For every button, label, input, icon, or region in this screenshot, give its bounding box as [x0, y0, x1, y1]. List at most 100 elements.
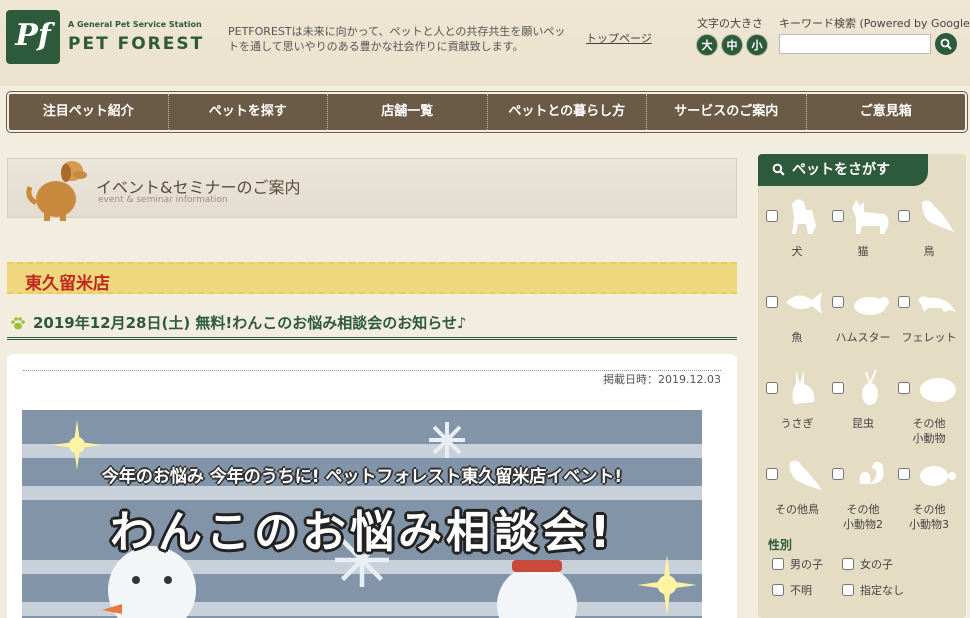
banner-title: わんこのお悩み相談会!: [109, 507, 615, 558]
fish-icon: [786, 292, 822, 314]
gender-option-male[interactable]: 男の子: [772, 556, 842, 572]
gender-label: 指定なし: [860, 584, 904, 597]
nav-item-featured-pets[interactable]: 注目ペット紹介: [9, 94, 169, 130]
search-icon: [940, 38, 952, 50]
pet-checkbox[interactable]: [832, 382, 844, 394]
cat-icon: [852, 200, 889, 234]
gender-options: 男の子 女の子 不明 指定なし: [772, 556, 962, 598]
pet-label: 犬: [791, 245, 803, 258]
global-nav: 注目ペット紹介 ペットを探す 店舗一覧 ペットとの暮らし方 サービスのご案内 ご…: [7, 92, 967, 132]
banner-subtitle: 今年のお悩み 今年のうちに! ペットフォレスト東久留米店イベント!: [101, 467, 623, 487]
gender-label: 男の子: [790, 558, 823, 571]
pet-search-sidebar: ペットをさがす 犬 猫 鳥 魚 ハムスター フェレット うさぎ 昆虫 その他 小…: [758, 154, 966, 618]
pet-checkbox[interactable]: [898, 382, 910, 394]
site-header: Pf A General Pet Service Station PET FOR…: [0, 0, 970, 86]
gender-checkbox[interactable]: [772, 558, 784, 570]
nav-item-feedback[interactable]: ご意見箱: [807, 94, 966, 130]
sidebar-heading: ペットをさがす: [758, 154, 928, 186]
gender-option-female[interactable]: 女の子: [842, 556, 932, 572]
pet-checkbox[interactable]: [832, 296, 844, 308]
hamster-icon: [854, 297, 889, 315]
nav-item-find-pets[interactable]: ペットを探す: [169, 94, 328, 130]
rabbit-icon: [792, 370, 815, 404]
gender-checkbox[interactable]: [842, 558, 854, 570]
pet-label: フェレット: [901, 331, 957, 344]
event-title: 2019年12月28日(土) 無料!わんこのお悩み相談会のお知らせ♪: [33, 314, 467, 332]
pet-checkbox[interactable]: [898, 468, 910, 480]
pet-option-fish[interactable]: 魚: [764, 282, 830, 362]
pet-option-small-animal-3[interactable]: その他 小動物3: [896, 454, 962, 534]
squirrel-icon: [859, 461, 884, 484]
gender-checkbox[interactable]: [842, 584, 854, 596]
pet-label: 昆虫: [852, 417, 874, 430]
pet-checkbox[interactable]: [898, 210, 910, 222]
pet-checkbox[interactable]: [766, 296, 778, 308]
paw-icon: [11, 317, 25, 330]
event-banner-image: 今年のお悩み 今年のうちに! ペットフォレスト東久留米店イベント! わんこのお悩…: [22, 410, 702, 618]
pet-label: うさぎ: [780, 417, 814, 430]
dog-illustration-icon: [26, 161, 87, 221]
pet-checkbox[interactable]: [898, 296, 910, 308]
pet-option-ferret[interactable]: フェレット: [896, 282, 962, 362]
pet-checkbox[interactable]: [766, 382, 778, 394]
pet-option-rabbit[interactable]: うさぎ: [764, 368, 830, 448]
pet-label: ハムスター: [835, 331, 891, 344]
pet-option-dog[interactable]: 犬: [764, 196, 830, 276]
font-size-buttons: 大 中 小: [696, 34, 768, 56]
pet-label: 猫: [857, 245, 869, 258]
font-size-large-button[interactable]: 大: [696, 34, 718, 56]
small-animal-icon: [920, 378, 956, 402]
pet-option-other-bird[interactable]: その他鳥: [764, 454, 830, 534]
logo-name: PET FOREST: [68, 34, 205, 54]
font-size-small-button[interactable]: 小: [746, 34, 768, 56]
pet-label: その他 小動物3: [909, 503, 949, 531]
pet-label: その他鳥: [775, 503, 819, 516]
event-content: 掲載日時：2019.12.03 今年のお悩み 今年のうちに! ペットフォレスト東…: [7, 354, 737, 618]
other-bird-icon: [789, 460, 822, 490]
pet-option-small-animal[interactable]: その他 小動物: [896, 368, 962, 448]
pet-label: その他 小動物2: [843, 503, 883, 531]
site-logo[interactable]: Pf A General Pet Service Station PET FOR…: [6, 8, 202, 68]
ferret-icon: [918, 296, 956, 312]
pet-checkbox[interactable]: [766, 210, 778, 222]
pet-checkbox[interactable]: [832, 468, 844, 480]
page-title-box: イベント&セミナーのご案内 event & seminar informatio…: [7, 158, 737, 221]
site-tagline: PETFORESTは未来に向かって、ペットと人との共存共生を願いペットを通して思…: [228, 25, 566, 53]
event-title-row: 2019年12月28日(土) 無料!わんこのお悩み相談会のお知らせ♪: [7, 310, 737, 340]
pet-option-insect[interactable]: 昆虫: [830, 368, 896, 448]
pet-label: 鳥: [923, 245, 935, 258]
snowflake-icon: [429, 422, 465, 458]
snowman-icon: [497, 560, 577, 618]
pet-checkbox[interactable]: [766, 468, 778, 480]
turtle-icon: [920, 466, 956, 486]
logo-tagline: A General Pet Service Station: [68, 20, 202, 29]
posted-date: 掲載日時：2019.12.03: [603, 371, 721, 387]
gender-option-any[interactable]: 指定なし: [842, 582, 932, 598]
bird-icon: [922, 200, 954, 232]
nav-item-living-with-pets[interactable]: ペットとの暮らし方: [488, 94, 647, 130]
pet-label: その他 小動物: [912, 417, 946, 445]
search-icon: [772, 163, 785, 176]
pet-option-small-animal-2[interactable]: その他 小動物2: [830, 454, 896, 534]
pet-type-grid: 犬 猫 鳥 魚 ハムスター フェレット うさぎ 昆虫 その他 小動物 その他鳥 …: [764, 196, 962, 534]
gender-option-unknown[interactable]: 不明: [772, 582, 842, 598]
font-size-label: 文字の大きさ: [697, 17, 763, 30]
pet-option-hamster[interactable]: ハムスター: [830, 282, 896, 362]
gender-label: 不明: [790, 584, 812, 597]
page-subtitle: event & seminar information: [98, 195, 228, 205]
nav-item-services[interactable]: サービスのご案内: [647, 94, 807, 130]
nav-item-stores[interactable]: 店舗一覧: [328, 94, 488, 130]
dog-icon: [792, 199, 816, 234]
search-input[interactable]: [779, 34, 931, 54]
gender-heading: 性別: [768, 538, 793, 552]
pet-option-cat[interactable]: 猫: [830, 196, 896, 276]
top-page-link[interactable]: トップページ: [586, 30, 652, 46]
pet-checkbox[interactable]: [832, 210, 844, 222]
sparkle-icon: [637, 555, 697, 615]
search-button[interactable]: [935, 33, 957, 55]
sidebar-heading-text: ペットをさがす: [792, 162, 890, 178]
font-size-medium-button[interactable]: 中: [721, 34, 743, 56]
pet-label: 魚: [791, 331, 803, 344]
gender-checkbox[interactable]: [772, 584, 784, 596]
pet-option-bird[interactable]: 鳥: [896, 196, 962, 276]
